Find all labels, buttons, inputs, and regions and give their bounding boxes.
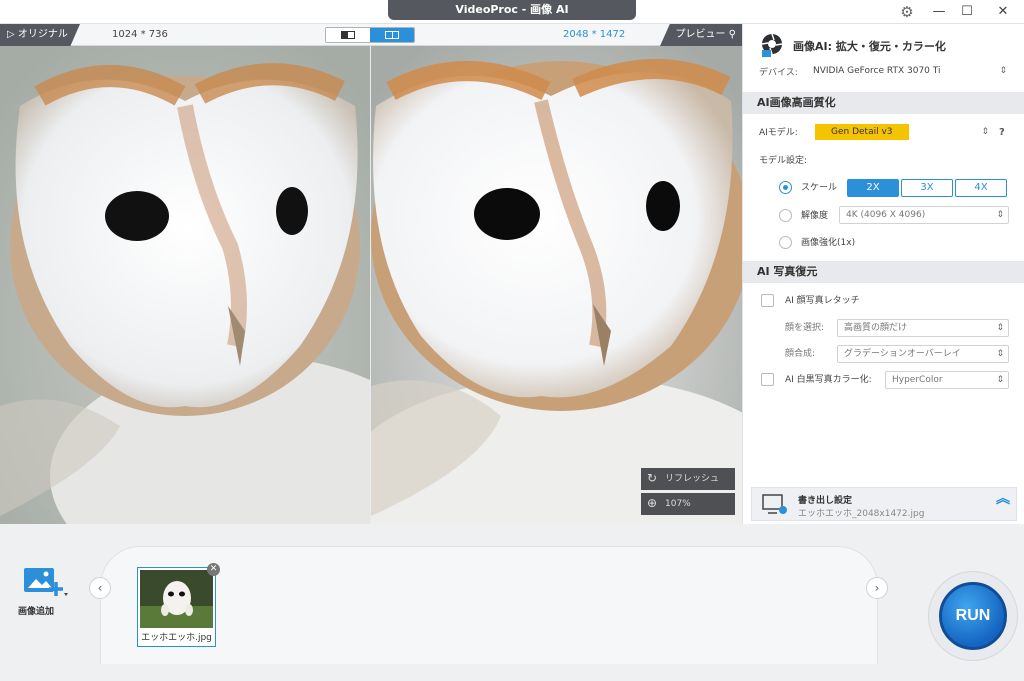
enhance-radio[interactable] xyxy=(779,236,792,249)
thumbnail-image xyxy=(140,570,213,628)
owl-thumbnail xyxy=(140,570,213,628)
scale-label: スケール xyxy=(801,183,838,193)
remove-image-close-icon[interactable]: ✕ xyxy=(207,563,220,576)
panel-title: 画像AI: 拡大・復元・カラー化 xyxy=(793,40,946,53)
updown-arrow-icon: ⇕ xyxy=(996,375,1004,385)
export-title: 書き出し設定 xyxy=(798,496,853,506)
view-split-button[interactable] xyxy=(326,28,370,42)
updown-arrow-icon: ⇕ xyxy=(999,66,1007,76)
view-mode-toggle xyxy=(325,27,415,43)
bottom-bar: 画像追加 ‹ エッホエッホ.jpg ✕ › RUN xyxy=(0,524,1024,681)
face-retouch-checkbox[interactable] xyxy=(761,294,774,307)
colorize-select[interactable]: HyperColor ⇕ xyxy=(885,371,1009,389)
resolution-radio[interactable] xyxy=(779,209,792,222)
export-settings[interactable]: 書き出し設定 エッホエッホ_2048x1472.jpg ︽ xyxy=(751,487,1017,521)
model-value: Gen Detail v3 xyxy=(815,124,909,140)
model-settings-label: モデル設定: xyxy=(759,156,808,166)
model-label: AIモデル: xyxy=(759,128,798,138)
run-button[interactable]: RUN xyxy=(939,582,1007,650)
view-side-by-side-button[interactable] xyxy=(370,28,414,42)
colorize-value: HyperColor xyxy=(892,375,943,385)
settings-panel: 画像AI: 拡大・復元・カラー化 デバイス: NVIDIA GeForce RT… xyxy=(742,24,1024,524)
scale-3x-button[interactable]: 3X xyxy=(901,179,953,197)
refresh-button[interactable]: ↻ リフレッシュ xyxy=(641,468,735,490)
updown-arrow-icon: ⇕ xyxy=(981,127,989,137)
tray-prev-button[interactable]: ‹ xyxy=(89,577,111,599)
zoom-button[interactable]: ⊕ 107% xyxy=(641,493,735,515)
model-select[interactable]: Gen Detail v3 ⇕ xyxy=(815,124,1009,142)
face-select[interactable]: 高画質の顔だけ ⇕ xyxy=(837,319,1009,337)
face-blend-select[interactable]: グラデーションオーバーレイ ⇕ xyxy=(837,345,1009,363)
magnifier-icon: ⚲ xyxy=(728,29,736,40)
resolution-label: 解像度 xyxy=(801,211,829,221)
resolution-select[interactable]: 4K (4096 X 4096) ⇕ xyxy=(839,206,1009,224)
refresh-icon: ↻ xyxy=(647,471,658,485)
side-by-side-icon xyxy=(385,31,399,39)
image-thumbnail[interactable]: エッホエッホ.jpg ✕ xyxy=(137,563,220,647)
split-view-icon xyxy=(341,31,355,39)
export-filename: エッホエッホ_2048x1472.jpg xyxy=(798,509,925,519)
compare-divider[interactable] xyxy=(370,46,371,524)
window-title: VideoProc - 画像 AI xyxy=(388,0,636,20)
colorize-label: AI 白黒写真カラー化: xyxy=(785,375,872,385)
chevron-up-icon[interactable]: ︽ xyxy=(996,492,1010,506)
zoom-icon: ⊕ xyxy=(647,496,658,510)
updown-arrow-icon: ⇕ xyxy=(996,323,1004,333)
scale-4x-button[interactable]: 4X xyxy=(955,179,1007,197)
device-select[interactable]: NVIDIA GeForce RTX 3070 Ti ⇕ xyxy=(807,63,1011,81)
face-select-value: 高画質の顔だけ xyxy=(844,323,908,333)
face-blend-value: グラデーションオーバーレイ xyxy=(844,349,961,359)
face-retouch-label: AI 顔写真レタッチ xyxy=(785,296,860,306)
updown-arrow-icon: ⇕ xyxy=(996,349,1004,359)
owl-original-image xyxy=(0,46,370,524)
resolution-value: 4K (4096 X 4096) xyxy=(846,210,926,220)
chevron-left-icon: ‹ xyxy=(97,581,103,595)
preview-label: プレビュー xyxy=(675,29,726,40)
refresh-label: リフレッシュ xyxy=(665,474,720,484)
chevron-right-icon: › xyxy=(874,581,880,595)
preview-area: ▷ オリジナル 1024 * 736 2048 * 1472 プレビュー ⚲ ↻… xyxy=(0,24,742,524)
title-bar: VideoProc - 画像 AI ⚙ — ☐ ✕ xyxy=(0,0,1024,24)
preview-tag[interactable]: プレビュー ⚲ xyxy=(660,24,742,46)
original-tag[interactable]: ▷ オリジナル xyxy=(0,24,80,46)
colorize-checkbox[interactable] xyxy=(761,373,774,386)
output-size: 2048 * 1472 xyxy=(563,29,626,40)
face-select-label: 顔を選択: xyxy=(785,323,825,333)
run-button-ring: RUN xyxy=(928,571,1018,661)
export-monitor-icon xyxy=(762,494,787,514)
updown-arrow-icon: ⇕ xyxy=(996,210,1004,220)
output-preview-image[interactable] xyxy=(371,46,742,524)
preview-toolbar: ▷ オリジナル 1024 * 736 2048 * 1472 プレビュー ⚲ xyxy=(0,24,742,46)
section-restore: AI 写真復元 xyxy=(743,261,1024,283)
original-image[interactable] xyxy=(0,46,370,524)
section-upscale: AI画像高画質化 xyxy=(743,92,1024,114)
aperture-logo-icon xyxy=(761,33,783,57)
enhance-label: 画像強化(1x) xyxy=(801,238,856,248)
add-image-label: 画像追加 xyxy=(18,607,55,617)
tray-next-button[interactable]: › xyxy=(866,577,888,599)
scale-radio[interactable] xyxy=(779,181,792,194)
face-blend-label: 顔合成: xyxy=(785,349,816,359)
maximize-button[interactable]: ☐ xyxy=(950,0,984,24)
zoom-level: 107% xyxy=(665,499,691,509)
help-icon[interactable]: ? xyxy=(999,127,1005,138)
device-value: NVIDIA GeForce RTX 3070 Ti xyxy=(813,66,941,76)
close-button[interactable]: ✕ xyxy=(986,0,1020,24)
original-size: 1024 * 736 xyxy=(112,29,168,40)
panel-header: 画像AI: 拡大・復元・カラー化 デバイス: NVIDIA GeForce RT… xyxy=(743,24,1024,92)
device-label: デバイス: xyxy=(759,68,798,78)
scale-2x-button[interactable]: 2X xyxy=(847,179,899,197)
thumbnail-filename: エッホエッホ.jpg xyxy=(141,633,212,643)
settings-gear-icon[interactable]: ⚙ xyxy=(890,0,924,24)
owl-enhanced-image xyxy=(371,46,742,524)
